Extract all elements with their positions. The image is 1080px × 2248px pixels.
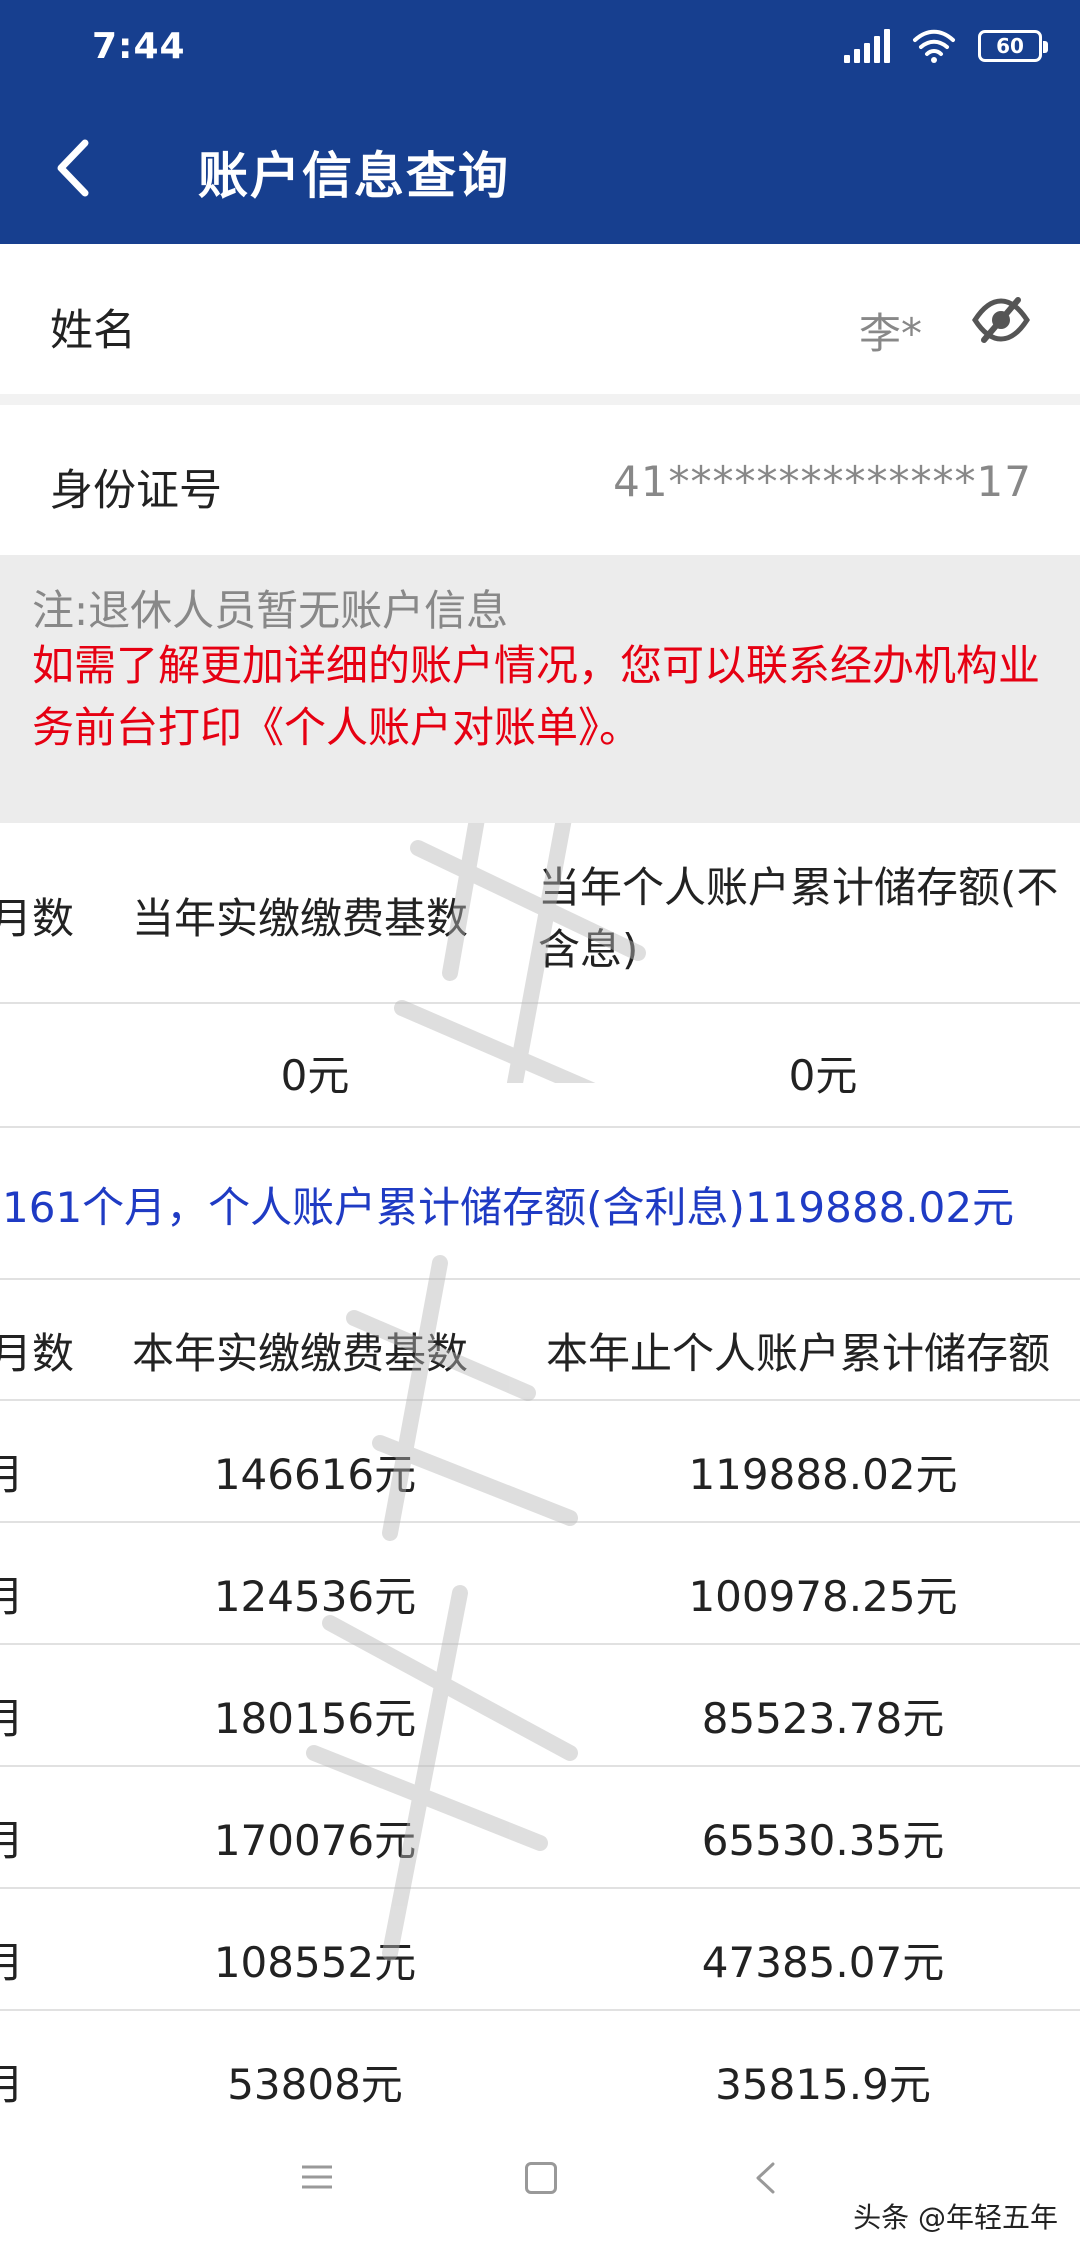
history-balance: 65530.35元 — [701, 1816, 945, 1865]
summary-row: 费161个月，个人账户累计储存额(含利息)119888.02元 — [0, 1128, 1080, 1280]
status-icons: 60 — [844, 28, 1048, 64]
account-tables: 月数 当年实缴缴费基数 当年个人账户累计储存额(不含息) 0元 0元 费161个… — [0, 823, 1080, 2120]
signal-icon — [844, 29, 890, 63]
history-row: 月 180156元 85523.78元 — [0, 1645, 1080, 1767]
name-value: 李* — [858, 309, 922, 358]
notice-panel: 注:退休人员暂无账户信息 如需了解更加详细的账户情况，您可以联系经办机构业务前台… — [0, 555, 1080, 823]
history-balance: 100978.25元 — [688, 1572, 958, 1621]
actual-base-header: 当年实缴缴费基数 — [132, 894, 469, 943]
history-balance: 47385.07元 — [701, 1938, 945, 1987]
history-row: 月 53808元 35815.9元 — [0, 2011, 1080, 2120]
total-summary: 费161个月，个人账户累计储存额(含利息)119888.02元 — [0, 1183, 1015, 1232]
accumulated-balance-header: 当年个人账户累计储存额(不含息) — [538, 863, 1059, 974]
current-year-base-value: 0元 — [280, 1051, 350, 1100]
back-icon[interactable] — [752, 2160, 778, 2196]
menu-icon[interactable] — [300, 2162, 334, 2192]
statement-note: 如需了解更加详细的账户情况，您可以联系经办机构业务前台打印《个人账户对账单》。 — [32, 641, 1041, 752]
history-base: 180156元 — [213, 1694, 417, 1743]
history-month-header: 月数 — [0, 1329, 75, 1378]
history-balance-header: 本年止个人账户累计储存额 — [546, 1329, 1051, 1378]
source-watermark: 头条 @年轻五年 — [853, 2201, 1058, 2234]
history-base-header: 本年实缴缴费基数 — [132, 1329, 469, 1378]
history-base: 124536元 — [213, 1572, 417, 1621]
history-base: 108552元 — [213, 1938, 417, 1987]
history-month: 月 — [0, 1938, 25, 1987]
battery-level: 60 — [996, 34, 1024, 58]
battery-icon: 60 — [978, 30, 1048, 62]
history-header-row: 月数 本年实缴缴费基数 本年止个人账户累计储存额 — [0, 1280, 1080, 1401]
history-row: 月 124536元 100978.25元 — [0, 1523, 1080, 1645]
id-label: 身份证号 — [50, 466, 222, 516]
page-title: 账户信息查询 — [198, 147, 510, 205]
name-label: 姓名 — [50, 306, 136, 356]
history-month: 月 — [0, 1450, 25, 1499]
history-balance: 85523.78元 — [701, 1694, 945, 1743]
id-value: 41**************17 — [613, 457, 1032, 506]
name-row: 姓名 李* — [0, 244, 1080, 394]
history-month: 月 — [0, 1816, 25, 1865]
history-month: 月 — [0, 1572, 25, 1621]
current-year-balance-value: 0元 — [788, 1051, 858, 1100]
month-count-header: 月数 — [0, 894, 75, 943]
status-time: 7:44 — [92, 26, 186, 67]
system-navigation-bar: 头条 @年轻五年 — [0, 2120, 1080, 2248]
back-button[interactable] — [52, 135, 106, 201]
history-month: 月 — [0, 2060, 25, 2109]
app-header: 7:44 60 账户信息查询 — [0, 0, 1080, 244]
retiree-note: 注:退休人员暂无账户信息 — [32, 586, 509, 635]
id-row: 身份证号 41**************17 — [0, 405, 1080, 555]
history-row: 月 108552元 47385.07元 — [0, 1889, 1080, 2011]
history-row: 月 170076元 65530.35元 — [0, 1767, 1080, 1889]
history-balance: 119888.02元 — [688, 1450, 958, 1499]
current-year-value-row: 0元 0元 — [0, 1004, 1080, 1128]
history-balance: 35815.9元 — [715, 2060, 931, 2109]
history-base: 170076元 — [213, 1816, 417, 1865]
current-year-header-row: 月数 当年实缴缴费基数 当年个人账户累计储存额(不含息) — [0, 823, 1080, 1004]
history-month: 月 — [0, 1694, 25, 1743]
home-icon[interactable] — [525, 2162, 557, 2194]
wifi-icon — [913, 29, 955, 63]
history-base: 53808元 — [227, 2060, 403, 2109]
history-base: 146616元 — [213, 1450, 417, 1499]
chevron-left-icon — [57, 139, 89, 197]
eye-off-icon[interactable] — [972, 295, 1030, 345]
history-row: 月 146616元 119888.02元 — [0, 1401, 1080, 1523]
